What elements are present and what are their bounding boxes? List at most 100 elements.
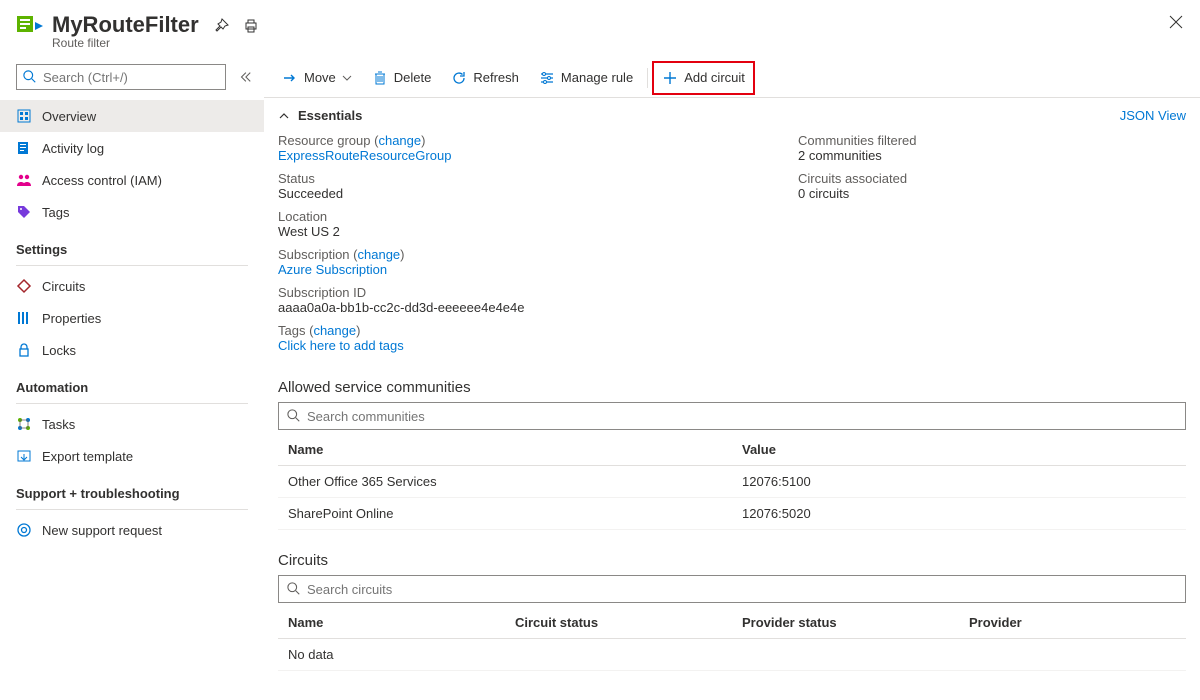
sidebar-item-label: Export template (42, 449, 133, 464)
pin-icon[interactable] (213, 18, 229, 34)
sidebar-item-label: Circuits (42, 279, 85, 294)
communities-search[interactable] (278, 402, 1186, 430)
chevron-down-icon (342, 73, 352, 83)
route-filter-icon (16, 12, 44, 40)
sidebar-item-label: New support request (42, 523, 162, 538)
sidebar-item-label: Activity log (42, 141, 104, 156)
location-label: Location (278, 209, 738, 224)
communities-title: Allowed service communities (278, 379, 1186, 396)
resource-group-label: Resource group (278, 133, 371, 148)
move-button[interactable]: Move (274, 63, 360, 93)
tags-label: Tags (278, 323, 305, 338)
refresh-icon (451, 70, 467, 86)
circuits-search[interactable] (278, 575, 1186, 603)
add-circuit-button[interactable]: Add circuit (652, 61, 755, 95)
sidebar-search[interactable] (16, 64, 226, 90)
search-icon (23, 70, 37, 84)
tags-icon (16, 204, 32, 220)
sidebar-item-label: Tasks (42, 417, 75, 432)
support-icon (16, 522, 32, 538)
essentials-header[interactable]: Essentials JSON View (264, 98, 1200, 133)
page-title: MyRouteFilter (52, 12, 199, 38)
sidebar-section-settings: Settings (0, 228, 264, 261)
circuits-title: Circuits (278, 552, 1186, 569)
sidebar-section-support: Support + troubleshooting (0, 472, 264, 505)
col-value[interactable]: Value (732, 434, 1186, 466)
communities-search-input[interactable] (307, 409, 1177, 424)
resource-group-value[interactable]: ExpressRouteResourceGroup (278, 148, 738, 163)
circuits-icon (16, 278, 32, 294)
communities-table: Name Value Other Office 365 Services 120… (278, 434, 1186, 530)
change-resource-group-link[interactable]: change (378, 133, 421, 148)
close-icon[interactable] (1168, 14, 1184, 30)
sidebar-item-locks[interactable]: Locks (0, 334, 264, 366)
search-icon (287, 582, 301, 596)
col-provider-status[interactable]: Provider status (732, 607, 959, 639)
tasks-icon (16, 416, 32, 432)
location-value: West US 2 (278, 224, 738, 239)
subscription-id-value: aaaa0a0a-bb1b-cc2c-dd3d-eeeeee4e4e4e (278, 300, 738, 315)
sidebar-item-activity-log[interactable]: Activity log (0, 132, 264, 164)
sidebar-search-input[interactable] (43, 70, 219, 85)
json-view-link[interactable]: JSON View (1120, 108, 1186, 123)
properties-icon (16, 310, 32, 326)
sidebar-item-tags[interactable]: Tags (0, 196, 264, 228)
change-subscription-link[interactable]: change (358, 247, 401, 262)
sidebar-item-label: Properties (42, 311, 101, 326)
export-icon (16, 448, 32, 464)
subscription-id-label: Subscription ID (278, 285, 738, 300)
delete-icon (372, 70, 388, 86)
circuits-associated-label: Circuits associated (798, 171, 917, 186)
search-icon (287, 409, 301, 423)
circuits-search-input[interactable] (307, 582, 1177, 597)
delete-button[interactable]: Delete (364, 63, 440, 93)
resource-type: Route filter (52, 36, 199, 50)
move-icon (282, 70, 298, 86)
activity-log-icon (16, 140, 32, 156)
col-circuit-status[interactable]: Circuit status (505, 607, 732, 639)
overview-icon (16, 108, 32, 124)
sidebar-item-export-template[interactable]: Export template (0, 440, 264, 472)
communities-filtered-value: 2 communities (798, 148, 917, 163)
collapse-sidebar-icon[interactable] (234, 70, 256, 84)
main-content: Move Delete Refresh Manage rule (264, 58, 1200, 700)
col-provider[interactable]: Provider (959, 607, 1186, 639)
iam-icon (16, 172, 32, 188)
command-bar: Move Delete Refresh Manage rule (264, 58, 1200, 98)
resource-header: MyRouteFilter Route filter (0, 0, 1200, 58)
essentials-grid: Resource group (change) ExpressRouteReso… (264, 133, 1200, 363)
tags-value[interactable]: Click here to add tags (278, 338, 738, 353)
sidebar-item-circuits[interactable]: Circuits (0, 270, 264, 302)
col-name[interactable]: Name (278, 434, 732, 466)
table-row[interactable]: Other Office 365 Services 12076:5100 (278, 466, 1186, 498)
sidebar-item-label: Locks (42, 343, 76, 358)
sidebar: Overview Activity log Access control (IA… (0, 58, 264, 700)
subscription-value[interactable]: Azure Subscription (278, 262, 738, 277)
sidebar-item-tasks[interactable]: Tasks (0, 408, 264, 440)
circuits-table: Name Circuit status Provider status Prov… (278, 607, 1186, 671)
sidebar-item-label: Tags (42, 205, 69, 220)
status-value: Succeeded (278, 186, 738, 201)
change-tags-link[interactable]: change (313, 323, 356, 338)
communities-section: Allowed service communities Name Value O… (264, 363, 1200, 536)
manage-rule-icon (539, 70, 555, 86)
sidebar-item-overview[interactable]: Overview (0, 100, 264, 132)
circuits-associated-value: 0 circuits (798, 186, 917, 201)
locks-icon (16, 342, 32, 358)
sidebar-section-automation: Automation (0, 366, 264, 399)
communities-filtered-label: Communities filtered (798, 133, 917, 148)
refresh-button[interactable]: Refresh (443, 63, 527, 93)
sidebar-item-properties[interactable]: Properties (0, 302, 264, 334)
print-icon[interactable] (243, 18, 259, 34)
table-row-empty: No data (278, 639, 1186, 671)
table-row[interactable]: SharePoint Online 12076:5020 (278, 498, 1186, 530)
sidebar-item-new-support-request[interactable]: New support request (0, 514, 264, 546)
add-icon (662, 70, 678, 86)
circuits-section: Circuits Name Circuit status Provider st… (264, 536, 1200, 677)
manage-rule-button[interactable]: Manage rule (531, 63, 641, 93)
sidebar-item-label: Access control (IAM) (42, 173, 162, 188)
subscription-label: Subscription (278, 247, 350, 262)
sidebar-item-access-control[interactable]: Access control (IAM) (0, 164, 264, 196)
col-name[interactable]: Name (278, 607, 505, 639)
status-label: Status (278, 171, 738, 186)
